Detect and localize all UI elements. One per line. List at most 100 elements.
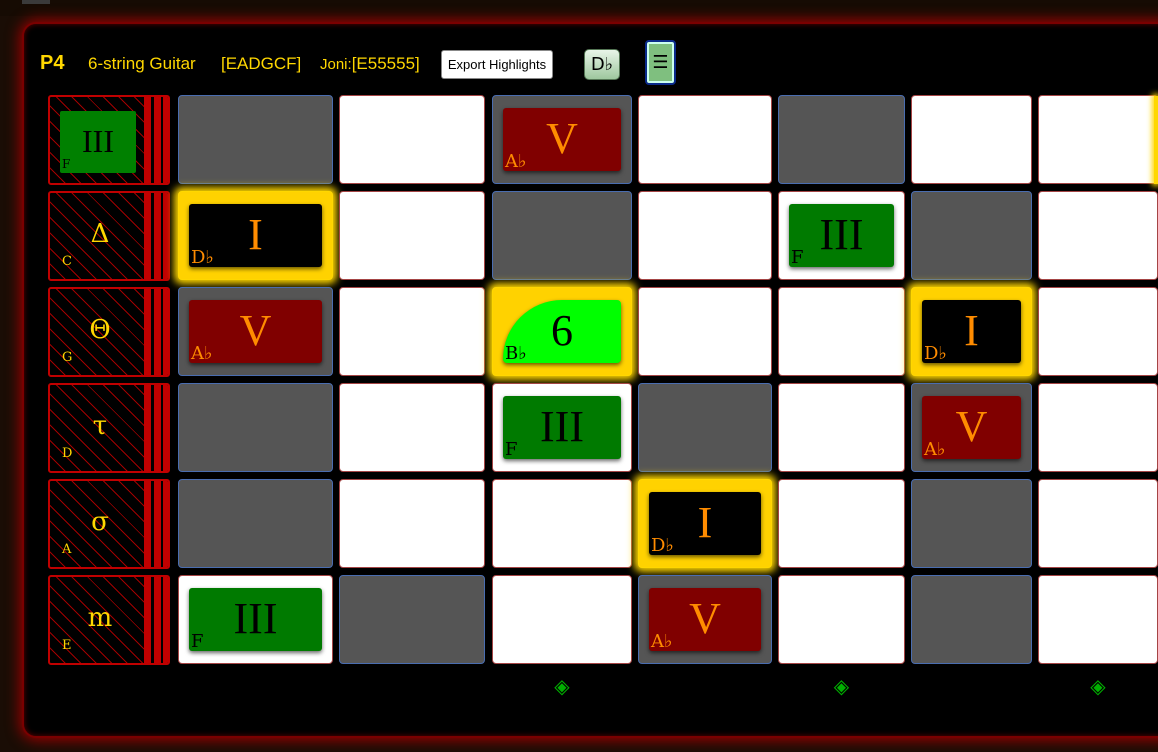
fret-cell-r0-c1[interactable] — [339, 95, 485, 184]
fret-cell-r1-c1[interactable] — [339, 191, 485, 280]
fret-cell-r5-c5[interactable] — [911, 575, 1032, 664]
key-button[interactable]: D♭ — [584, 49, 620, 80]
string-label-5[interactable]: mE — [48, 575, 170, 665]
fret-cell-r2-c6[interactable] — [1038, 287, 1158, 376]
degree-note: D♭ — [651, 535, 674, 556]
chip-numeral: III — [82, 123, 114, 159]
fret-marker-icon: ◈ — [1090, 674, 1106, 698]
fret-cell-r3-c3[interactable] — [638, 383, 772, 472]
chip-note: F — [62, 157, 71, 171]
string-bars — [144, 385, 168, 471]
degree-note: F — [505, 439, 518, 460]
fret-cell-r0-c6[interactable] — [1038, 95, 1158, 184]
scale-degree-chip[interactable]: V A♭ — [189, 300, 322, 363]
fret-cell-r3-c0[interactable] — [178, 383, 333, 472]
degree-note: A♭ — [651, 631, 673, 652]
degree-numeral: III — [233, 593, 278, 643]
fret-cell-r4-c3[interactable]: I D♭ — [638, 479, 772, 568]
string-symbol: σ — [91, 507, 109, 537]
degree-note: F — [791, 247, 804, 268]
fret-cell-r5-c2[interactable] — [492, 575, 632, 664]
fret-cell-r5-c0[interactable]: III F — [178, 575, 333, 664]
degree-note: A♭ — [505, 151, 527, 172]
string-symbol: Θ — [89, 315, 111, 345]
fret-cell-r3-c2[interactable]: III F — [492, 383, 632, 472]
string-label-0[interactable]: III F — [48, 95, 170, 185]
scale-degree-chip[interactable]: 6 B♭ — [503, 300, 621, 363]
string-note: A — [62, 542, 72, 557]
fret-cell-r4-c6[interactable] — [1038, 479, 1158, 568]
fret-cell-r2-c1[interactable] — [339, 287, 485, 376]
fret-cell-r1-c0[interactable]: I D♭ — [178, 191, 333, 280]
scale-degree-chip[interactable]: III F — [789, 204, 894, 267]
fret-cell-r2-c5[interactable]: I D♭ — [911, 287, 1032, 376]
fret-cell-r0-c2[interactable]: V A♭ — [492, 95, 632, 184]
degree-note: D♭ — [191, 247, 214, 268]
scale-degree-chip[interactable]: I D♭ — [649, 492, 761, 555]
fret-cell-r4-c5[interactable] — [911, 479, 1032, 568]
fret-marker-icon: ◈ — [833, 674, 850, 698]
scale-degree-chip[interactable]: V A♭ — [649, 588, 761, 651]
string-symbol: Δ — [90, 219, 110, 249]
fret-cell-r5-c4[interactable] — [778, 575, 905, 664]
fret-cell-r5-c1[interactable] — [339, 575, 485, 664]
fret-cell-r3-c4[interactable] — [778, 383, 905, 472]
fret-marker-icon: ◈ — [554, 674, 570, 698]
string-note: C — [62, 254, 72, 269]
scale-degree-chip[interactable]: V A♭ — [503, 108, 621, 171]
position-label: P4 — [40, 52, 65, 74]
degree-note: A♭ — [924, 439, 946, 460]
string-note: E — [62, 638, 72, 653]
fret-cell-r3-c5[interactable]: V A♭ — [911, 383, 1032, 472]
fret-cell-r1-c4[interactable]: III F — [778, 191, 905, 280]
degree-numeral: III — [540, 401, 584, 451]
fret-cell-r1-c2[interactable] — [492, 191, 632, 280]
fret-cell-r2-c0[interactable]: V A♭ — [178, 287, 333, 376]
joni-value: [E55555] — [351, 54, 420, 73]
fret-cell-r4-c0[interactable] — [178, 479, 333, 568]
degree-note: D♭ — [924, 343, 947, 364]
fret-cell-r3-c6[interactable] — [1038, 383, 1158, 472]
fret-cell-r5-c3[interactable]: V A♭ — [638, 575, 772, 664]
fret-cell-r1-c5[interactable] — [911, 191, 1032, 280]
fret-cell-r0-c0[interactable] — [178, 95, 333, 184]
scale-degree-chip[interactable]: III F — [503, 396, 621, 459]
string-note: G — [62, 350, 73, 365]
fret-cell-r0-c3[interactable] — [638, 95, 772, 184]
string-label-4[interactable]: σA — [48, 479, 170, 569]
scale-degree-chip[interactable]: III F — [189, 588, 322, 651]
fret-cell-r1-c3[interactable] — [638, 191, 772, 280]
string-bars — [144, 577, 168, 663]
string-note: D — [62, 446, 73, 461]
fret-cell-r0-c5[interactable] — [911, 95, 1032, 184]
string-bars — [144, 481, 168, 567]
fret-cell-r5-c6[interactable] — [1038, 575, 1158, 664]
menu-icon[interactable]: ☰ — [645, 40, 676, 85]
fret-cell-r2-c3[interactable] — [638, 287, 772, 376]
string-label-2[interactable]: ΘG — [48, 287, 170, 377]
scale-degree-chip[interactable]: V A♭ — [922, 396, 1021, 459]
string-bars — [144, 289, 168, 375]
degree-note: B♭ — [505, 343, 527, 364]
fret-cell-r2-c2[interactable]: 6 B♭ — [492, 287, 632, 376]
string-label-3[interactable]: τD — [48, 383, 170, 473]
string-label-1[interactable]: ΔC — [48, 191, 170, 281]
string-bars — [144, 97, 168, 183]
tuning-label: [EADGCF] — [221, 54, 302, 73]
scale-degree-chip[interactable]: I D♭ — [189, 204, 322, 267]
fret-cell-r4-c4[interactable] — [778, 479, 905, 568]
fret-cell-r2-c4[interactable] — [778, 287, 905, 376]
string-symbol: m — [87, 603, 113, 633]
joni-label: Joni: — [320, 56, 352, 73]
degree-note: A♭ — [191, 343, 213, 364]
string-chip: III F — [60, 111, 136, 173]
fret-cell-r4-c2[interactable] — [492, 479, 632, 568]
highlight-edge — [1154, 96, 1158, 184]
export-highlights-button[interactable]: Export Highlights — [441, 50, 553, 79]
fret-cell-r0-c4[interactable] — [778, 95, 905, 184]
fret-cell-r3-c1[interactable] — [339, 383, 485, 472]
degree-numeral: III — [819, 209, 864, 259]
fret-cell-r4-c1[interactable] — [339, 479, 485, 568]
fret-cell-r1-c6[interactable] — [1038, 191, 1158, 280]
scale-degree-chip[interactable]: I D♭ — [922, 300, 1021, 363]
